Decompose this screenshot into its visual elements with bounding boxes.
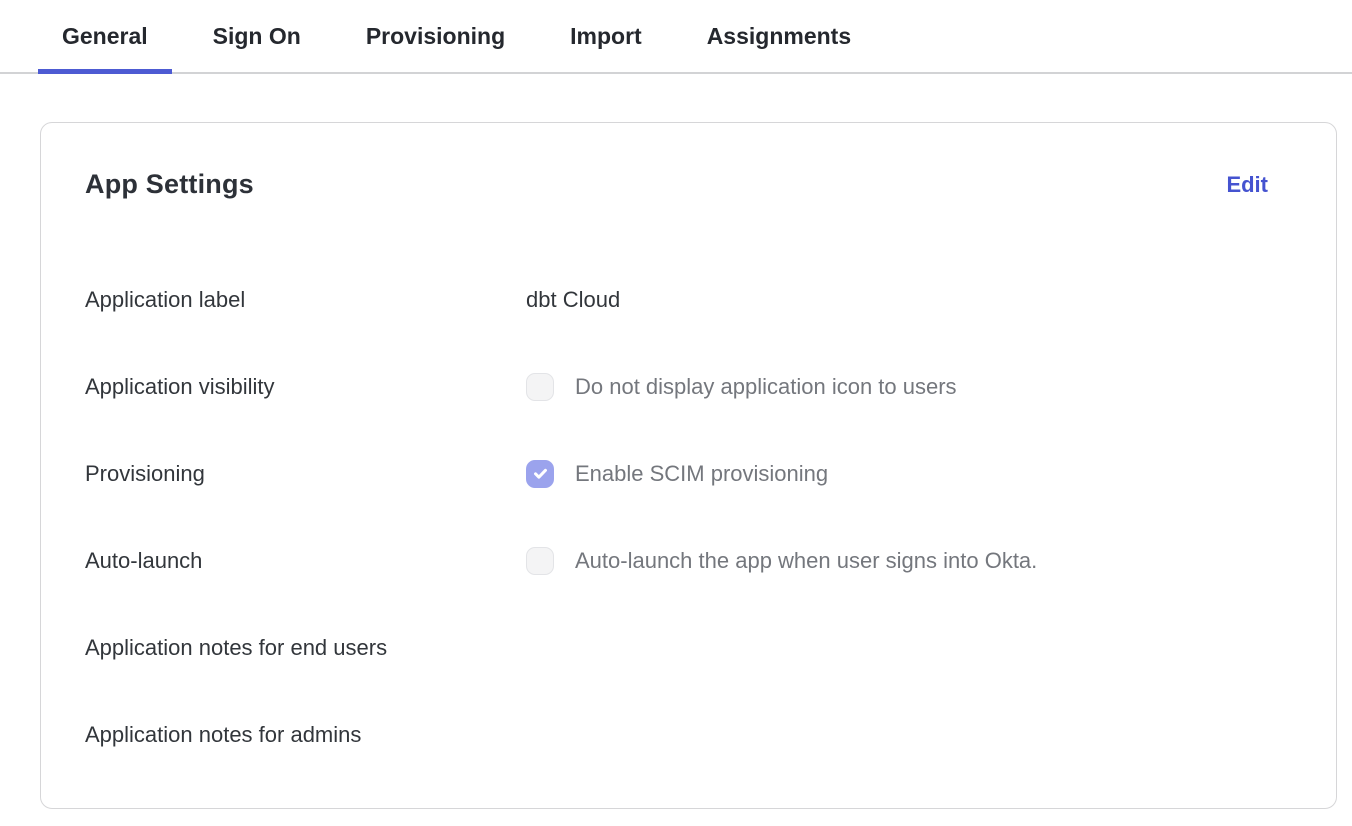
- settings-rows: Application label dbt Cloud Application …: [41, 256, 1336, 778]
- app-settings-card: App Settings Edit Application label dbt …: [40, 122, 1337, 809]
- edit-link[interactable]: Edit: [1226, 172, 1268, 198]
- auto-launch-label: Auto-launch: [85, 548, 526, 574]
- tab-assignments[interactable]: Assignments: [683, 0, 875, 72]
- row-provisioning: Provisioning Enable SCIM provisioning: [85, 430, 1292, 517]
- tab-sign-on[interactable]: Sign On: [189, 0, 325, 72]
- tab-import[interactable]: Import: [546, 0, 666, 72]
- row-application-label: Application label dbt Cloud: [85, 256, 1292, 343]
- application-visibility-checkbox-label: Do not display application icon to users: [575, 374, 957, 400]
- auto-launch-checkbox[interactable]: [526, 547, 554, 575]
- enable-scim-checkbox-label: Enable SCIM provisioning: [575, 461, 828, 487]
- tab-provisioning-label: Provisioning: [366, 23, 505, 50]
- tab-general[interactable]: General: [38, 0, 172, 72]
- tab-provisioning[interactable]: Provisioning: [342, 0, 529, 72]
- checkmark-icon: [532, 465, 549, 482]
- application-label-label: Application label: [85, 287, 526, 313]
- row-notes-admins: Application notes for admins: [85, 691, 1292, 778]
- auto-launch-checkbox-label: Auto-launch the app when user signs into…: [575, 548, 1037, 574]
- provisioning-value: Enable SCIM provisioning: [526, 460, 828, 488]
- application-label-value: dbt Cloud: [526, 287, 620, 313]
- application-visibility-label: Application visibility: [85, 374, 526, 400]
- card-header: App Settings Edit: [41, 123, 1336, 200]
- provisioning-label: Provisioning: [85, 461, 526, 487]
- app-tabbar: General Sign On Provisioning Import Assi…: [0, 0, 1352, 74]
- tab-general-label: General: [62, 23, 148, 50]
- row-application-visibility: Application visibility Do not display ap…: [85, 343, 1292, 430]
- auto-launch-value: Auto-launch the app when user signs into…: [526, 547, 1037, 575]
- notes-end-users-label: Application notes for end users: [85, 635, 526, 661]
- application-visibility-value: Do not display application icon to users: [526, 373, 957, 401]
- row-auto-launch: Auto-launch Auto-launch the app when use…: [85, 517, 1292, 604]
- row-notes-end-users: Application notes for end users: [85, 604, 1292, 691]
- tab-sign-on-label: Sign On: [213, 23, 301, 50]
- tab-import-label: Import: [570, 23, 642, 50]
- card-title: App Settings: [85, 169, 254, 200]
- tab-assignments-label: Assignments: [707, 23, 851, 50]
- application-visibility-checkbox[interactable]: [526, 373, 554, 401]
- notes-admins-label: Application notes for admins: [85, 722, 526, 748]
- enable-scim-checkbox[interactable]: [526, 460, 554, 488]
